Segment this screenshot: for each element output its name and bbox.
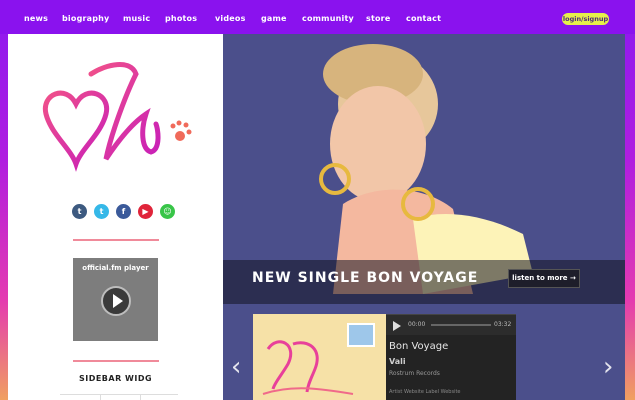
tumblr-icon[interactable]: t [72, 204, 87, 219]
progress-bar[interactable] [431, 324, 491, 326]
sidebar-widget-tabs[interactable] [60, 394, 178, 400]
youtube-icon[interactable]: ▶ [138, 204, 153, 219]
artist-name: Vali [389, 357, 406, 366]
nav-game[interactable]: game [261, 14, 287, 23]
play-icon[interactable] [393, 321, 401, 331]
single-title: NEW SINGLE BON VOYAGE [252, 270, 479, 286]
nav-photos[interactable]: photos [165, 14, 197, 23]
nav-news[interactable]: news [24, 14, 48, 23]
player-links[interactable]: Artist Website Label Website [389, 389, 461, 395]
sidebar: t t f ▶ ☺ official.fm player SIDEBAR WID… [8, 34, 223, 400]
song-title: Bon Voyage [389, 341, 449, 352]
login-signup-button[interactable]: login/signup [562, 13, 609, 25]
twitter-icon[interactable]: t [94, 204, 109, 219]
track-panel[interactable]: 00:00 03:32 Bon Voyage Vali Rostrum Reco… [386, 314, 516, 400]
divider [73, 360, 159, 362]
vali-logo[interactable] [36, 54, 196, 184]
official-fm-player[interactable]: official.fm player [73, 258, 158, 341]
play-icon[interactable] [101, 286, 131, 316]
chevron-left-icon[interactable]: ‹ [231, 352, 241, 382]
album-cover [253, 314, 386, 400]
nav-community[interactable]: community [302, 14, 354, 23]
nav-store[interactable]: store [366, 14, 390, 23]
nav-videos[interactable]: videos [215, 14, 246, 23]
top-navigation-bar: news biography music photos videos game … [0, 0, 635, 34]
divider [73, 239, 159, 241]
time-start: 00:00 [408, 321, 426, 328]
record-label: Rostrum Records [389, 370, 440, 377]
nav-biography[interactable]: biography [62, 14, 109, 23]
nav-music[interactable]: music [123, 14, 150, 23]
hero-slider[interactable]: NEW SINGLE BON VOYAGE listen to more → ‹… [223, 34, 625, 400]
player-controls[interactable]: 00:00 03:32 [386, 315, 516, 335]
sidebar-widget-title: SIDEBAR WIDG [78, 374, 153, 383]
chat-icon[interactable]: ☺ [160, 204, 175, 219]
chevron-right-icon[interactable]: › [603, 352, 613, 382]
time-end: 03:32 [494, 321, 512, 328]
paw-icon [170, 120, 192, 141]
facebook-icon[interactable]: f [116, 204, 131, 219]
nav-contact[interactable]: contact [406, 14, 441, 23]
player-title: official.fm player [82, 264, 149, 272]
listen-more-button[interactable]: listen to more → [508, 269, 580, 288]
